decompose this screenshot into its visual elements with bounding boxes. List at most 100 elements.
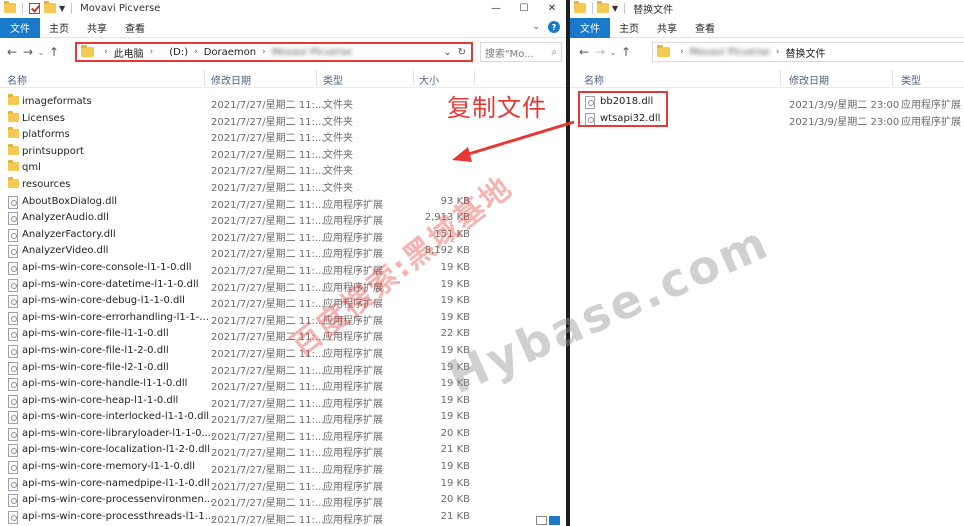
list-item[interactable]: AnalyzerFactory.dll 2021/7/27/星期二 11:... 应… (0, 227, 566, 244)
folder-icon (81, 45, 94, 57)
expand-ribbon-icon[interactable]: ⌄ (532, 22, 540, 32)
file-date: 2021/7/27/星期二 11:... (211, 116, 325, 128)
file-size: 21 KB (440, 510, 470, 522)
folder-icon (8, 143, 19, 155)
back-arrow-icon[interactable]: ← (4, 45, 20, 59)
quick-access-dropdown-icon[interactable]: ▼ (612, 4, 618, 13)
ribbon-right-controls: ⌄ ? (532, 21, 560, 33)
folder-icon (8, 127, 19, 139)
folder-icon (8, 110, 19, 122)
new-folder-icon[interactable] (597, 1, 609, 13)
divider (780, 70, 781, 86)
list-item[interactable]: api-ms-win-core-errorhandling-l1-1-... 20… (0, 310, 566, 327)
address-bar[interactable]: › Movavi Picverse › 替换文件 (652, 42, 964, 62)
help-icon[interactable]: ? (548, 21, 560, 33)
up-arrow-icon[interactable]: ↑ (618, 45, 634, 59)
refresh-icon[interactable]: ↻ (458, 47, 466, 58)
column-type[interactable]: 类型 (901, 72, 921, 87)
column-size[interactable]: 大小 (419, 72, 439, 87)
file-date: 2021/7/27/星期二 11:... (211, 249, 325, 261)
list-item[interactable]: api-ms-win-core-datetime-l1-1-0.dll 2021/… (0, 277, 566, 294)
file-type: 文件夹 (323, 133, 353, 145)
list-item[interactable]: api-ms-win-core-memory-l1-1-0.dll 2021/7/… (0, 459, 566, 476)
view-switcher (536, 514, 566, 526)
list-item[interactable]: api-ms-win-core-console-l1-1-0.dll 2021/7… (0, 260, 566, 277)
recent-locations-icon[interactable]: ⌄ (608, 48, 618, 57)
back-arrow-icon[interactable]: ← (576, 45, 592, 59)
breadcrumb-replace-folder[interactable]: 替换文件 (786, 45, 826, 60)
list-item[interactable]: AnalyzerVideo.dll 2021/7/27/星期二 11:... 应用程… (0, 243, 566, 260)
file-size: 21 KB (440, 444, 470, 456)
tab-file[interactable]: 文件 (0, 17, 40, 38)
recent-locations-icon[interactable]: ⌄ (36, 48, 46, 57)
column-headers: 名称 修改日期 类型 (570, 68, 964, 88)
list-item[interactable]: api-ms-win-core-namedpipe-l1-1-0.dll 2021… (0, 476, 566, 493)
file-date: 2021/7/27/星期二 11:... (211, 282, 325, 294)
tab-view[interactable]: 查看 (686, 18, 724, 38)
list-item[interactable]: api-ms-win-core-libraryloader-l1-1-0....… (0, 426, 566, 443)
column-name[interactable]: 名称 (7, 72, 27, 87)
column-type[interactable]: 类型 (323, 72, 343, 87)
file-name: AboutBoxDialog.dll (22, 195, 118, 207)
tab-file[interactable]: 文件 (570, 17, 610, 38)
file-type: 应用程序扩展 (323, 398, 383, 410)
breadcrumb-doraemon[interactable]: Doraemon (204, 47, 256, 58)
file-name: imageformats (22, 96, 92, 107)
file-name: api-ms-win-core-handle-l1-1-0.dll (22, 378, 188, 390)
file-date: 2021/7/27/星期二 11:... (211, 265, 325, 277)
tab-share[interactable]: 共享 (648, 18, 686, 38)
file-size: 19 KB (440, 295, 470, 307)
file-date: 2021/7/27/星期二 11:... (211, 415, 325, 427)
breadcrumb-app-folder[interactable]: Movavi Picverse (272, 47, 352, 58)
file-size: 20 KB (440, 494, 470, 506)
new-folder-icon[interactable] (44, 1, 56, 13)
divider (892, 70, 893, 86)
file-icon (8, 195, 18, 209)
list-item[interactable]: api-ms-win-core-processthreads-l1-1... 20… (0, 509, 566, 526)
close-button[interactable]: ✕ (538, 0, 566, 16)
minimize-button[interactable]: — (482, 0, 510, 16)
large-icons-view-icon[interactable] (549, 515, 560, 525)
column-name[interactable]: 名称 (584, 72, 604, 87)
tab-home[interactable]: 主页 (40, 18, 78, 38)
file-type: 应用程序扩展 (901, 100, 961, 111)
breadcrumb-drive-d[interactable]: (D:) (169, 47, 188, 58)
file-date: 2021/3/9/星期二 23:00 (789, 100, 900, 111)
details-view-icon[interactable] (536, 515, 547, 525)
left-explorer-window: ▼ Movavi Picverse — ☐ ✕ 文件 主页 共享 查看 ⌄ ? … (0, 0, 566, 526)
list-item[interactable]: api-ms-win-core-localization-l1-2-0.dll 2… (0, 442, 566, 459)
breadcrumb-this-pc[interactable]: 此电脑 (114, 45, 144, 60)
list-item[interactable]: api-ms-win-core-processenvironmen... 2021… (0, 492, 566, 509)
tab-share[interactable]: 共享 (78, 18, 116, 38)
file-type: 应用程序扩展 (323, 232, 383, 244)
file-name: api-ms-win-core-console-l1-1-0.dll (22, 261, 192, 273)
search-input[interactable]: 搜索"Mo... ⌕ (480, 42, 562, 62)
properties-check-icon[interactable] (29, 2, 40, 14)
file-name: AnalyzerAudio.dll (22, 212, 109, 224)
address-dropdown-icon[interactable]: ⌄ (443, 47, 451, 58)
forward-arrow-icon[interactable]: → (592, 45, 608, 59)
file-date: 2021/7/27/星期二 11:... (211, 199, 325, 211)
list-item[interactable]: api-ms-win-core-interlocked-l1-1-0.dll 20… (0, 409, 566, 426)
file-name: api-ms-win-core-debug-l1-1-0.dll (22, 295, 185, 307)
tab-home[interactable]: 主页 (610, 18, 648, 38)
highlight-box (578, 91, 668, 127)
up-arrow-icon[interactable]: ↑ (46, 45, 62, 59)
address-bar[interactable]: › 此电脑 › (D:) › Doraemon › Movavi Picvers… (75, 42, 473, 62)
file-icon (8, 394, 18, 408)
file-icon (8, 295, 18, 309)
list-item[interactable]: api-ms-win-core-debug-l1-1-0.dll 2021/7/2… (0, 293, 566, 310)
column-date-modified[interactable]: 修改日期 (789, 72, 829, 87)
file-type: 应用程序扩展 (323, 481, 383, 493)
file-icon (8, 427, 18, 441)
file-icon (8, 245, 18, 259)
file-date: 2021/7/27/星期二 11:... (211, 514, 325, 526)
quick-access-dropdown-icon[interactable]: ▼ (59, 4, 65, 13)
column-date-modified[interactable]: 修改日期 (211, 72, 251, 87)
maximize-button[interactable]: ☐ (510, 0, 538, 16)
file-date: 2021/7/27/星期二 11:... (211, 448, 325, 460)
file-name: platforms (22, 129, 70, 141)
breadcrumb-app-folder[interactable]: Movavi Picverse (690, 47, 770, 58)
tab-view[interactable]: 查看 (116, 18, 154, 38)
forward-arrow-icon[interactable]: → (20, 45, 36, 59)
